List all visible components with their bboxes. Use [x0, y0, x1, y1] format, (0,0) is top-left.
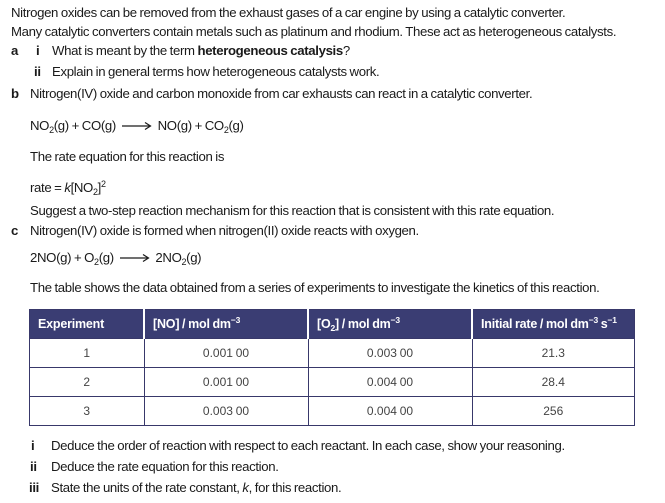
eq-c-reactant-rest: (g) [98, 250, 114, 265]
part-b-text: Nitrogen(IV) oxide and carbon monoxide f… [30, 86, 533, 101]
rate-equation: rate = k[NO2]2 [30, 179, 106, 197]
rate-eq-order: 2 [100, 179, 106, 189]
header-o2-concentration: [O2] / mol dm−3 [307, 309, 472, 339]
header-no-text: [NO] / mol dm [153, 317, 231, 331]
header-initial-rate: Initial rate / mol dm−3 s−1 [471, 309, 635, 339]
part-a-ii-label: ii [34, 64, 41, 79]
part-b-question: Suggest a two-step reaction mechanism fo… [30, 203, 555, 218]
reaction-arrow-icon [121, 121, 152, 130]
table-intro: The table shows the data obtained from a… [30, 280, 600, 295]
part-c-ii-question: Deduce the rate equation for this reacti… [51, 459, 279, 474]
eq-b-reactant: NO [30, 118, 50, 133]
header-rate-s: s [598, 317, 608, 331]
header-o2-text: [O [317, 317, 331, 331]
eq-c-product: 2NO [155, 250, 182, 265]
part-c-text: Nitrogen(IV) oxide is formed when nitrog… [30, 223, 419, 238]
cell-o2: 0.004 00 [307, 396, 472, 426]
part-c-iii-text: State the units of the rate constant, [51, 480, 243, 495]
reaction-arrow-icon [119, 253, 150, 262]
header-no-sup: −3 [230, 315, 241, 325]
table-row: 1 0.001 00 0.003 00 21.3 [29, 338, 635, 368]
cell-rate: 256 [471, 396, 635, 426]
header-rate-sup1: −3 [588, 315, 599, 325]
cell-experiment: 1 [29, 338, 144, 368]
part-c-ii-label: ii [30, 459, 37, 474]
part-a-label: a [11, 43, 18, 58]
part-c-iii-question: State the units of the rate constant, k,… [51, 480, 342, 496]
part-c-label: c [11, 223, 18, 238]
cell-rate: 21.3 [471, 338, 635, 368]
cell-no: 0.003 00 [143, 396, 308, 426]
part-c-i-label: i [31, 438, 35, 453]
cell-o2: 0.004 00 [307, 367, 472, 397]
table-row: 2 0.001 00 0.004 00 28.4 [29, 367, 635, 397]
part-c-i-question: Deduce the order of reaction with respec… [51, 438, 565, 453]
cell-experiment: 3 [29, 396, 144, 426]
table-header-row: Experiment [NO] / mol dm−3 [O2] / mol dm… [29, 309, 635, 339]
header-experiment: Experiment [29, 309, 144, 339]
intro-line-1: Nitrogen oxides can be removed from the … [11, 5, 566, 20]
eq-b-product-rest: (g) [228, 118, 244, 133]
rate-intro: The rate equation for this reaction is [30, 149, 225, 164]
intro-line-2: Many catalytic converters contain metals… [11, 24, 617, 39]
rate-eq-conc: [NO [70, 180, 94, 195]
eq-b-product: NO(g) + CO [157, 118, 225, 133]
part-b-label: b [11, 86, 19, 101]
kinetics-data-table: Experiment [NO] / mol dm−3 [O2] / mol dm… [29, 309, 635, 426]
cell-no: 0.001 00 [143, 338, 308, 368]
eq-c-product-rest: (g) [186, 250, 202, 265]
part-b-equation: NO2(g) + CO(g) NO(g) + CO2(g) [30, 118, 244, 135]
header-experiment-text: Experiment [38, 317, 105, 331]
table-row: 3 0.003 00 0.004 00 256 [29, 396, 635, 426]
header-rate-sup2: −1 [607, 315, 618, 325]
header-o2-sup: −3 [390, 315, 401, 325]
rate-eq-prefix: rate = [30, 180, 65, 195]
part-a-ii-question: Explain in general terms how heterogeneo… [52, 64, 380, 79]
part-a-i-text: What is meant by the term [52, 43, 198, 58]
part-c-iii-end: , for this reaction. [248, 480, 342, 495]
cell-o2: 0.003 00 [307, 338, 472, 368]
cell-rate: 28.4 [471, 367, 635, 397]
header-o2-unit: ] / mol dm [335, 317, 391, 331]
cell-no: 0.001 00 [143, 367, 308, 397]
part-c-equation: 2NO(g) + O2(g) 2NO2(g) [30, 250, 202, 267]
eq-c-reactant: 2NO(g) + O [30, 250, 95, 265]
part-a-i-question: What is meant by the term heterogeneous … [52, 43, 350, 59]
part-a-i-label: i [36, 43, 40, 58]
header-no-concentration: [NO] / mol dm−3 [143, 309, 308, 339]
part-a-i-term: heterogeneous catalysis [197, 43, 343, 58]
part-c-iii-label: iii [29, 480, 39, 495]
eq-b-reactant-rest: (g) + CO(g) [53, 118, 117, 133]
cell-experiment: 2 [29, 367, 144, 397]
part-a-i-end: ? [342, 43, 350, 58]
header-rate-text: Initial rate / mol dm [481, 317, 589, 331]
